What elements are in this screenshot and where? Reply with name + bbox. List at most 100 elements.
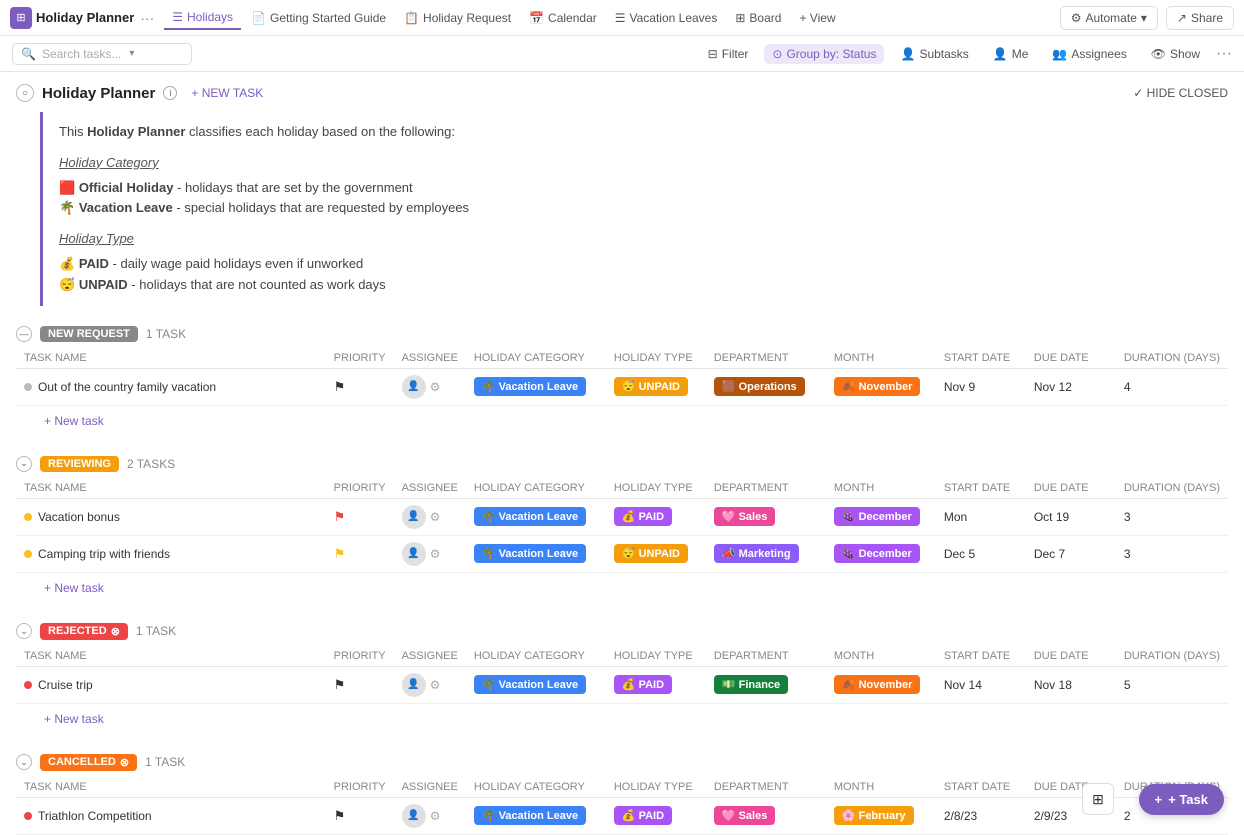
filter-button[interactable]: ⊟ Filter <box>700 44 757 64</box>
assignee-gear-icon[interactable]: ⚙ <box>430 809 441 823</box>
new-request-collapse-button[interactable]: — <box>16 326 32 342</box>
search-input[interactable]: 🔍 Search tasks... ▾ <box>12 43 192 65</box>
assignee-gear-icon[interactable]: ⚙ <box>430 380 441 394</box>
tab-getting-started-icon: 📄 <box>251 11 266 25</box>
planner-info-button[interactable]: i <box>163 86 177 100</box>
holiday-category-tag[interactable]: 🌴 Vacation Leave <box>474 507 586 526</box>
tab-add-view[interactable]: + View <box>791 7 843 29</box>
holiday-type-tag[interactable]: 😴 UNPAID <box>614 377 688 396</box>
col-header-holiday-type-r: HOLIDAY TYPE <box>606 478 706 499</box>
task-row-triathlon[interactable]: Triathlon Competition ⚑ 👤 ⚙ <box>16 797 1228 834</box>
holiday-category-tag[interactable]: 🌴 Vacation Leave <box>474 675 586 694</box>
tab-holidays-icon: ☰ <box>172 10 183 24</box>
col-header-holiday-type-rej: HOLIDAY TYPE <box>606 646 706 667</box>
holiday-type-link[interactable]: Holiday Type <box>59 231 134 246</box>
me-button[interactable]: 👤 Me <box>985 44 1037 64</box>
assignee-avatar[interactable]: 👤 <box>402 375 426 399</box>
assignee-avatar[interactable]: 👤 <box>402 542 426 566</box>
group-by-button[interactable]: ⊙ Group by: Status <box>764 44 884 64</box>
holiday-type-tag[interactable]: 💰 PAID <box>614 675 672 694</box>
new-request-badge: NEW REQUEST <box>40 326 138 342</box>
tab-holiday-request[interactable]: 📋 Holiday Request <box>396 7 519 29</box>
task-row-vacation-bonus[interactable]: Vacation bonus ⚑ 👤 ⚙ <box>16 498 1228 535</box>
priority-flag[interactable]: ⚑ <box>334 546 346 561</box>
cancelled-table-wrapper: TASK NAME PRIORITY ASSIGNEE HOLIDAY CATE… <box>16 777 1228 835</box>
holiday-category-tag[interactable]: 🌴 Vacation Leave <box>474 377 586 396</box>
task-name: Out of the country family vacation <box>38 380 216 394</box>
tab-holiday-request-icon: 📋 <box>404 11 419 25</box>
priority-flag[interactable]: ⚑ <box>334 808 346 823</box>
share-button[interactable]: ↗ Share <box>1166 6 1234 30</box>
assignee-gear-icon[interactable]: ⚙ <box>430 510 441 524</box>
planner-title: Holiday Planner <box>42 85 155 102</box>
task-name: Camping trip with friends <box>38 547 170 561</box>
group-icon: ⊙ <box>772 47 782 61</box>
add-task-fab[interactable]: + + Task <box>1139 784 1224 815</box>
month-tag[interactable]: 🌸 February <box>834 806 914 825</box>
month-tag[interactable]: 🍂 November <box>834 675 921 694</box>
task-name: Vacation bonus <box>38 510 120 524</box>
tab-vacation-leaves[interactable]: ☰ Vacation Leaves <box>607 7 726 29</box>
col-header-task-rej: TASK NAME <box>16 646 326 667</box>
tab-holidays[interactable]: ☰ Holidays <box>164 6 241 30</box>
cancelled-collapse-button[interactable]: ⌄ <box>16 754 32 770</box>
rejected-badge: REJECTED ⊗ <box>40 623 128 640</box>
task-name: Cruise trip <box>38 678 93 692</box>
department-tag[interactable]: 🩷 Sales <box>714 507 776 526</box>
grid-view-button[interactable]: ⊞ <box>1082 783 1114 815</box>
planner-collapse-button[interactable]: ○ <box>16 84 34 102</box>
task-row-camping[interactable]: Camping trip with friends ⚑ 👤 ⚙ <box>16 535 1228 572</box>
assignee-gear-icon[interactable]: ⚙ <box>430 678 441 692</box>
month-tag[interactable]: 🍂 November <box>834 377 921 396</box>
col-header-dept-can: DEPARTMENT <box>706 777 826 798</box>
holiday-type-tag[interactable]: 😴 UNPAID <box>614 544 688 563</box>
holiday-category-tag[interactable]: 🌴 Vacation Leave <box>474 544 586 563</box>
add-task-reviewing[interactable]: + New task <box>36 577 112 599</box>
assignee-avatar[interactable]: 👤 <box>402 505 426 529</box>
priority-flag[interactable]: ⚑ <box>334 509 346 524</box>
task-row-cruise[interactable]: Cruise trip ⚑ 👤 ⚙ <box>16 666 1228 703</box>
app-title: Holiday Planner <box>36 10 134 25</box>
automate-button[interactable]: ⚙ Automate ▾ <box>1060 6 1158 30</box>
show-button[interactable]: 👁 Show <box>1143 44 1208 64</box>
holiday-type-tag[interactable]: 💰 PAID <box>614 507 672 526</box>
tab-board[interactable]: ⊞ Board <box>727 7 789 29</box>
holiday-type-tag[interactable]: 💰 PAID <box>614 806 672 825</box>
assignee-avatar[interactable]: 👤 <box>402 673 426 697</box>
nav-dots[interactable]: ··· <box>140 10 154 26</box>
col-header-month-rej: MONTH <box>826 646 936 667</box>
section-rejected-header: ⌄ REJECTED ⊗ 1 TASK <box>16 623 1228 640</box>
priority-flag[interactable]: ⚑ <box>334 677 346 692</box>
assignees-button[interactable]: 👥 Assignees <box>1044 44 1134 64</box>
holiday-category-link[interactable]: Holiday Category <box>59 155 159 170</box>
tab-calendar[interactable]: 📅 Calendar <box>521 7 605 29</box>
holiday-category-tag[interactable]: 🌴 Vacation Leave <box>474 806 586 825</box>
assignee-gear-icon[interactable]: ⚙ <box>430 547 441 561</box>
nav-right: ⚙ Automate ▾ ↗ Share <box>1060 6 1234 30</box>
hide-closed-button[interactable]: ✓ HIDE CLOSED <box>1133 86 1228 100</box>
priority-flag[interactable]: ⚑ <box>334 379 346 394</box>
toolbar-more-icon[interactable]: ··· <box>1216 45 1232 63</box>
search-icon: 🔍 <box>21 47 36 61</box>
new-task-button[interactable]: + NEW TASK <box>185 84 269 102</box>
department-tag[interactable]: 🟫 Operations <box>714 377 805 396</box>
col-header-duration: DURATION (DAYS) <box>1116 348 1228 369</box>
department-tag[interactable]: 💵 Finance <box>714 675 788 694</box>
add-task-rejected[interactable]: + New task <box>36 708 112 730</box>
rejected-collapse-button[interactable]: ⌄ <box>16 623 32 639</box>
subtasks-button[interactable]: 👤 Subtasks <box>892 44 976 64</box>
reviewing-collapse-button[interactable]: ⌄ <box>16 456 32 472</box>
cancelled-count: 1 TASK <box>145 755 185 769</box>
col-header-task-can: TASK NAME <box>16 777 326 798</box>
add-task-new-request[interactable]: + New task <box>36 410 112 432</box>
tab-getting-started[interactable]: 📄 Getting Started Guide <box>243 7 394 29</box>
section-reviewing-header: ⌄ REVIEWING 2 TASKS <box>16 456 1228 472</box>
col-header-start-rej: START DATE <box>936 646 1026 667</box>
assignee-avatar[interactable]: 👤 <box>402 804 426 828</box>
month-tag[interactable]: 🍇 December <box>834 507 920 526</box>
department-tag[interactable]: 🩷 Sales <box>714 806 776 825</box>
col-header-dept-rej: DEPARTMENT <box>706 646 826 667</box>
task-row-vacation-country[interactable]: Out of the country family vacation ⚑ 👤 ⚙ <box>16 368 1228 405</box>
department-tag[interactable]: 📣 Marketing <box>714 544 799 563</box>
month-tag[interactable]: 🍇 December <box>834 544 920 563</box>
